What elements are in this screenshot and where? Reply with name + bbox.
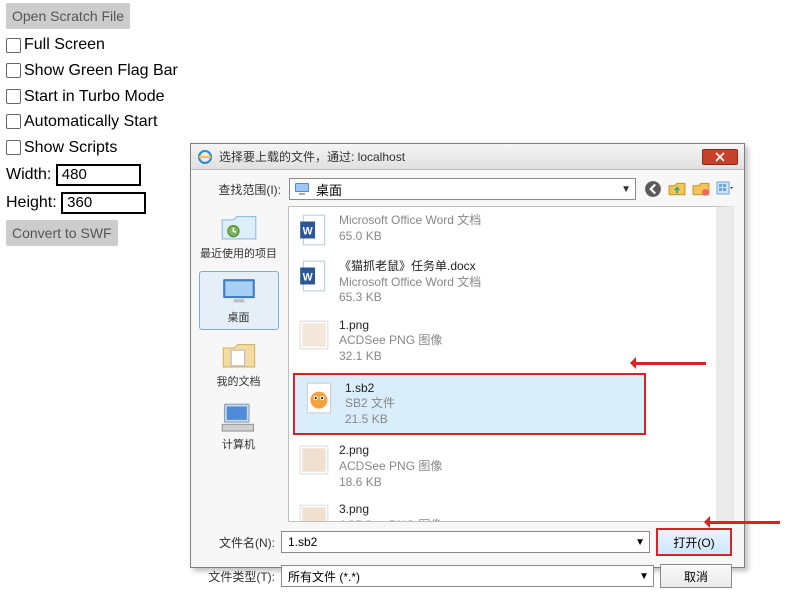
width-input[interactable]: 480: [56, 164, 141, 186]
file-type: SB2 文件: [345, 396, 395, 412]
filename-input[interactable]: 1.sb2 ▼: [281, 531, 650, 553]
checkbox-label: Show Green Flag Bar: [24, 58, 178, 84]
file-type: ACDSee PNG 图像: [339, 333, 442, 349]
list-item[interactable]: W 《猫抓老鼠》任务单.docx Microsoft Office Word 文…: [289, 253, 716, 312]
svg-text:W: W: [303, 225, 313, 237]
titlebar[interactable]: 选择要上载的文件，通过: localhost: [191, 144, 744, 170]
filetype-dropdown[interactable]: 所有文件 (*.*) ▼: [281, 565, 654, 587]
scroll-up-icon[interactable]: ▲: [717, 207, 733, 223]
image-icon: [297, 443, 331, 477]
list-item[interactable]: W Microsoft Office Word 文档 65.0 KB: [289, 207, 716, 253]
checkbox-icon: [6, 38, 21, 53]
file-open-dialog: 选择要上载的文件，通过: localhost 查找范围(I): 桌面 ▼ 最近使…: [190, 143, 745, 568]
file-name: 3.png: [339, 502, 442, 518]
file-name: 2.png: [339, 443, 442, 459]
sidebar-item-computer[interactable]: 计算机: [199, 399, 279, 456]
sidebar-item-label: 我的文档: [217, 373, 261, 389]
dialog-title: 选择要上载的文件，通过: localhost: [219, 148, 702, 165]
recent-icon: [220, 212, 258, 242]
file-size: 65.3 KB: [339, 290, 481, 306]
checkbox-turbo-mode[interactable]: Start in Turbo Mode: [6, 84, 178, 110]
checkbox-icon: [6, 63, 21, 78]
back-icon[interactable]: [644, 180, 662, 198]
checkbox-show-green-flag[interactable]: Show Green Flag Bar: [6, 58, 178, 84]
sidebar-item-desktop[interactable]: 桌面: [199, 271, 279, 330]
file-name: 1.sb2: [345, 381, 395, 397]
height-input[interactable]: 360: [61, 192, 146, 214]
file-type: ACDSee PNG 图像: [339, 518, 442, 522]
range-label: 查找范围(I):: [201, 181, 281, 198]
sidebar-item-recent[interactable]: 最近使用的项目: [199, 208, 279, 265]
width-label: Width:: [6, 166, 51, 183]
list-item[interactable]: 2.png ACDSee PNG 图像 18.6 KB: [289, 437, 716, 496]
annotation-arrow: [710, 521, 780, 524]
checkbox-auto-start[interactable]: Automatically Start: [6, 109, 178, 135]
checkbox-label: Automatically Start: [24, 109, 157, 135]
open-button[interactable]: 打开(O): [656, 528, 732, 556]
chevron-down-icon: ▼: [635, 537, 645, 548]
sidebar-item-label: 计算机: [222, 436, 255, 452]
annotation-arrow: [636, 362, 706, 365]
image-icon: [297, 318, 331, 352]
file-size: 18.6 KB: [339, 475, 442, 491]
up-folder-icon[interactable]: [668, 180, 686, 198]
desktop-icon: [220, 276, 258, 306]
file-type: Microsoft Office Word 文档: [339, 213, 481, 229]
location-name: 桌面: [316, 180, 342, 199]
computer-icon: [220, 403, 258, 433]
svg-text:W: W: [303, 271, 313, 283]
filename-value: 1.sb2: [288, 535, 317, 549]
sidebar-item-label: 最近使用的项目: [200, 245, 277, 261]
places-sidebar: 最近使用的项目 桌面 我的文档 计算机: [191, 204, 286, 522]
file-size: 65.0 KB: [339, 229, 481, 245]
open-scratch-button[interactable]: Open Scratch File: [6, 3, 130, 29]
list-item-selected[interactable]: 1.sb2 SB2 文件 21.5 KB: [293, 373, 646, 436]
chevron-down-icon: ▼: [621, 184, 631, 195]
checkbox-label: Start in Turbo Mode: [24, 84, 165, 110]
desktop-icon: [294, 182, 310, 196]
convert-swf-button[interactable]: Convert to SWF: [6, 220, 118, 246]
sidebar-item-documents[interactable]: 我的文档: [199, 336, 279, 393]
location-toolbar: 查找范围(I): 桌面 ▼: [191, 170, 744, 204]
scroll-down-icon[interactable]: ▼: [717, 505, 733, 521]
cancel-button[interactable]: 取消: [660, 564, 732, 588]
file-size: 32.1 KB: [339, 349, 442, 365]
ie-icon: [197, 149, 213, 165]
word-icon: W: [297, 259, 331, 293]
word-icon: W: [297, 213, 331, 247]
sb2-icon: [303, 381, 337, 415]
height-label: Height:: [6, 194, 57, 211]
checkbox-label: Full Screen: [24, 32, 105, 58]
filename-label: 文件名(N):: [203, 534, 275, 551]
checkbox-show-scripts[interactable]: Show Scripts: [6, 135, 178, 161]
settings-panel: Open Scratch File Full Screen Show Green…: [6, 3, 178, 249]
view-menu-icon[interactable]: [716, 180, 734, 198]
filetype-value: 所有文件 (*.*): [288, 568, 360, 585]
checkbox-label: Show Scripts: [24, 135, 117, 161]
filetype-label: 文件类型(T):: [203, 568, 275, 585]
checkbox-icon: [6, 140, 21, 155]
file-size: 21.5 KB: [345, 412, 395, 428]
close-button[interactable]: [702, 149, 738, 165]
file-type: Microsoft Office Word 文档: [339, 275, 481, 291]
file-type: ACDSee PNG 图像: [339, 459, 442, 475]
scrollbar-thumb[interactable]: [718, 237, 732, 287]
checkbox-icon: [6, 89, 21, 104]
checkbox-icon: [6, 114, 21, 129]
documents-icon: [220, 340, 258, 370]
dialog-footer: 文件名(N): 1.sb2 ▼ 打开(O) 文件类型(T): 所有文件 (*.*…: [191, 522, 744, 598]
checkbox-full-screen[interactable]: Full Screen: [6, 32, 178, 58]
sidebar-item-label: 桌面: [228, 309, 250, 325]
new-folder-icon[interactable]: [692, 180, 710, 198]
chevron-down-icon: ▼: [639, 571, 649, 582]
file-name: 1.png: [339, 318, 442, 334]
file-name: 《猫抓老鼠》任务单.docx: [339, 259, 481, 275]
location-dropdown[interactable]: 桌面 ▼: [289, 178, 636, 200]
list-item[interactable]: 3.png ACDSee PNG 图像 19.3 KB: [289, 496, 716, 522]
image-icon: [297, 502, 331, 522]
